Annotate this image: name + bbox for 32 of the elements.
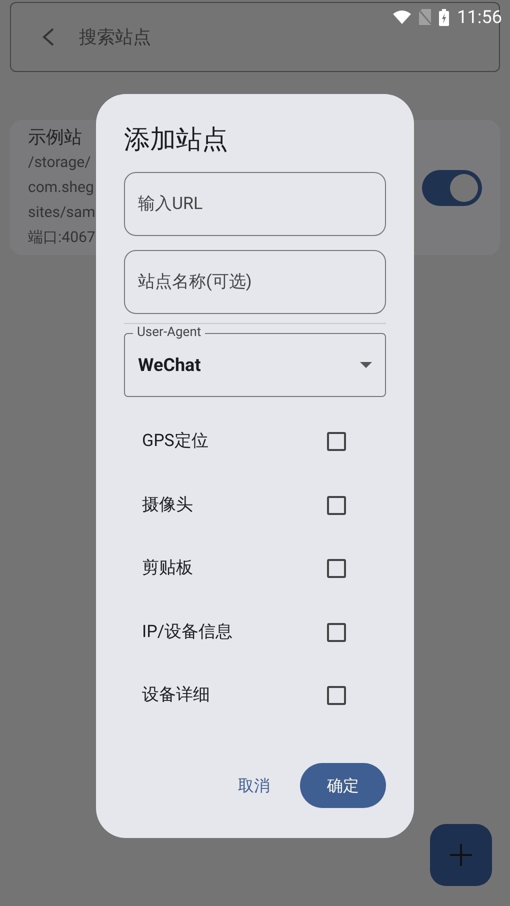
input-field[interactable]: 站点名称(可选) [124,250,386,314]
dialog-title: 添加站点 [124,124,229,157]
add-fab[interactable] [430,824,492,886]
checkbox[interactable] [327,432,346,452]
search-placeholder: 搜索站点 [79,26,151,50]
checkbox[interactable] [327,622,346,642]
checkbox[interactable] [327,559,346,578]
confirm-button[interactable]: 确定 [300,763,386,808]
checkbox[interactable] [327,686,346,706]
site-title: 示例站 [28,126,83,150]
battery-charging-icon [439,8,450,26]
site-detail: 端口:4067 [28,227,96,248]
option-label: IP/设备信息 [142,620,232,644]
clock-time: 11:56 [457,6,502,30]
back-icon[interactable] [41,27,55,47]
input-field[interactable]: 输入URL [124,172,386,236]
site-detail: sites/sam [28,202,96,223]
site-detail: com.sheg [28,177,95,198]
option-label: GPS定位 [142,430,208,453]
cancel-button[interactable]: 取消 [220,763,288,808]
dropdown-arrow-icon [360,362,372,368]
toggle-switch[interactable] [422,170,482,206]
checkbox[interactable] [327,496,346,515]
option-label: 设备详细 [142,684,210,707]
wifi-icon [393,10,412,24]
plus-icon [450,844,472,866]
dropdown-value: WeChat [138,354,201,378]
no-sim-icon [419,9,432,25]
site-detail: /storage/ [28,152,92,173]
option-label: 剪贴板 [142,557,193,580]
option-label: 摄像头 [142,494,193,516]
dropdown-label: User-Agent [133,324,206,342]
